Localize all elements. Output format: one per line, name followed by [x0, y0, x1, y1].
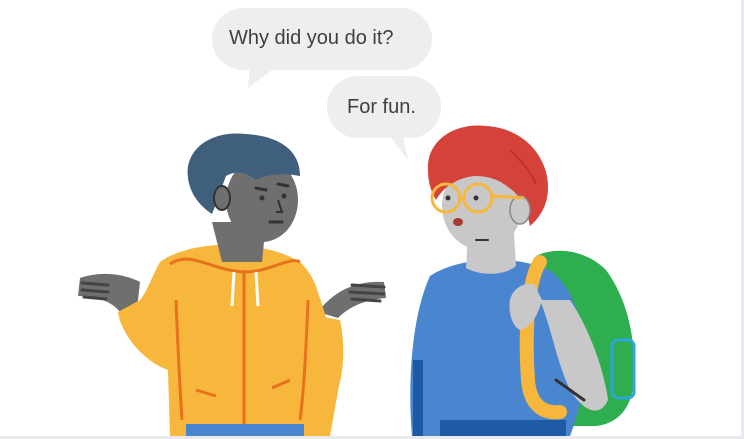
speech-bubble-answer-text: For fun. [347, 96, 416, 118]
illustration-art [78, 8, 636, 439]
person-confused-icon [78, 133, 386, 439]
person-glasses-backpack-icon [410, 125, 636, 439]
illustration-scene: Why did you do it? For fun. [0, 0, 744, 439]
speech-bubble-question-text: Why did you do it? [229, 27, 394, 49]
